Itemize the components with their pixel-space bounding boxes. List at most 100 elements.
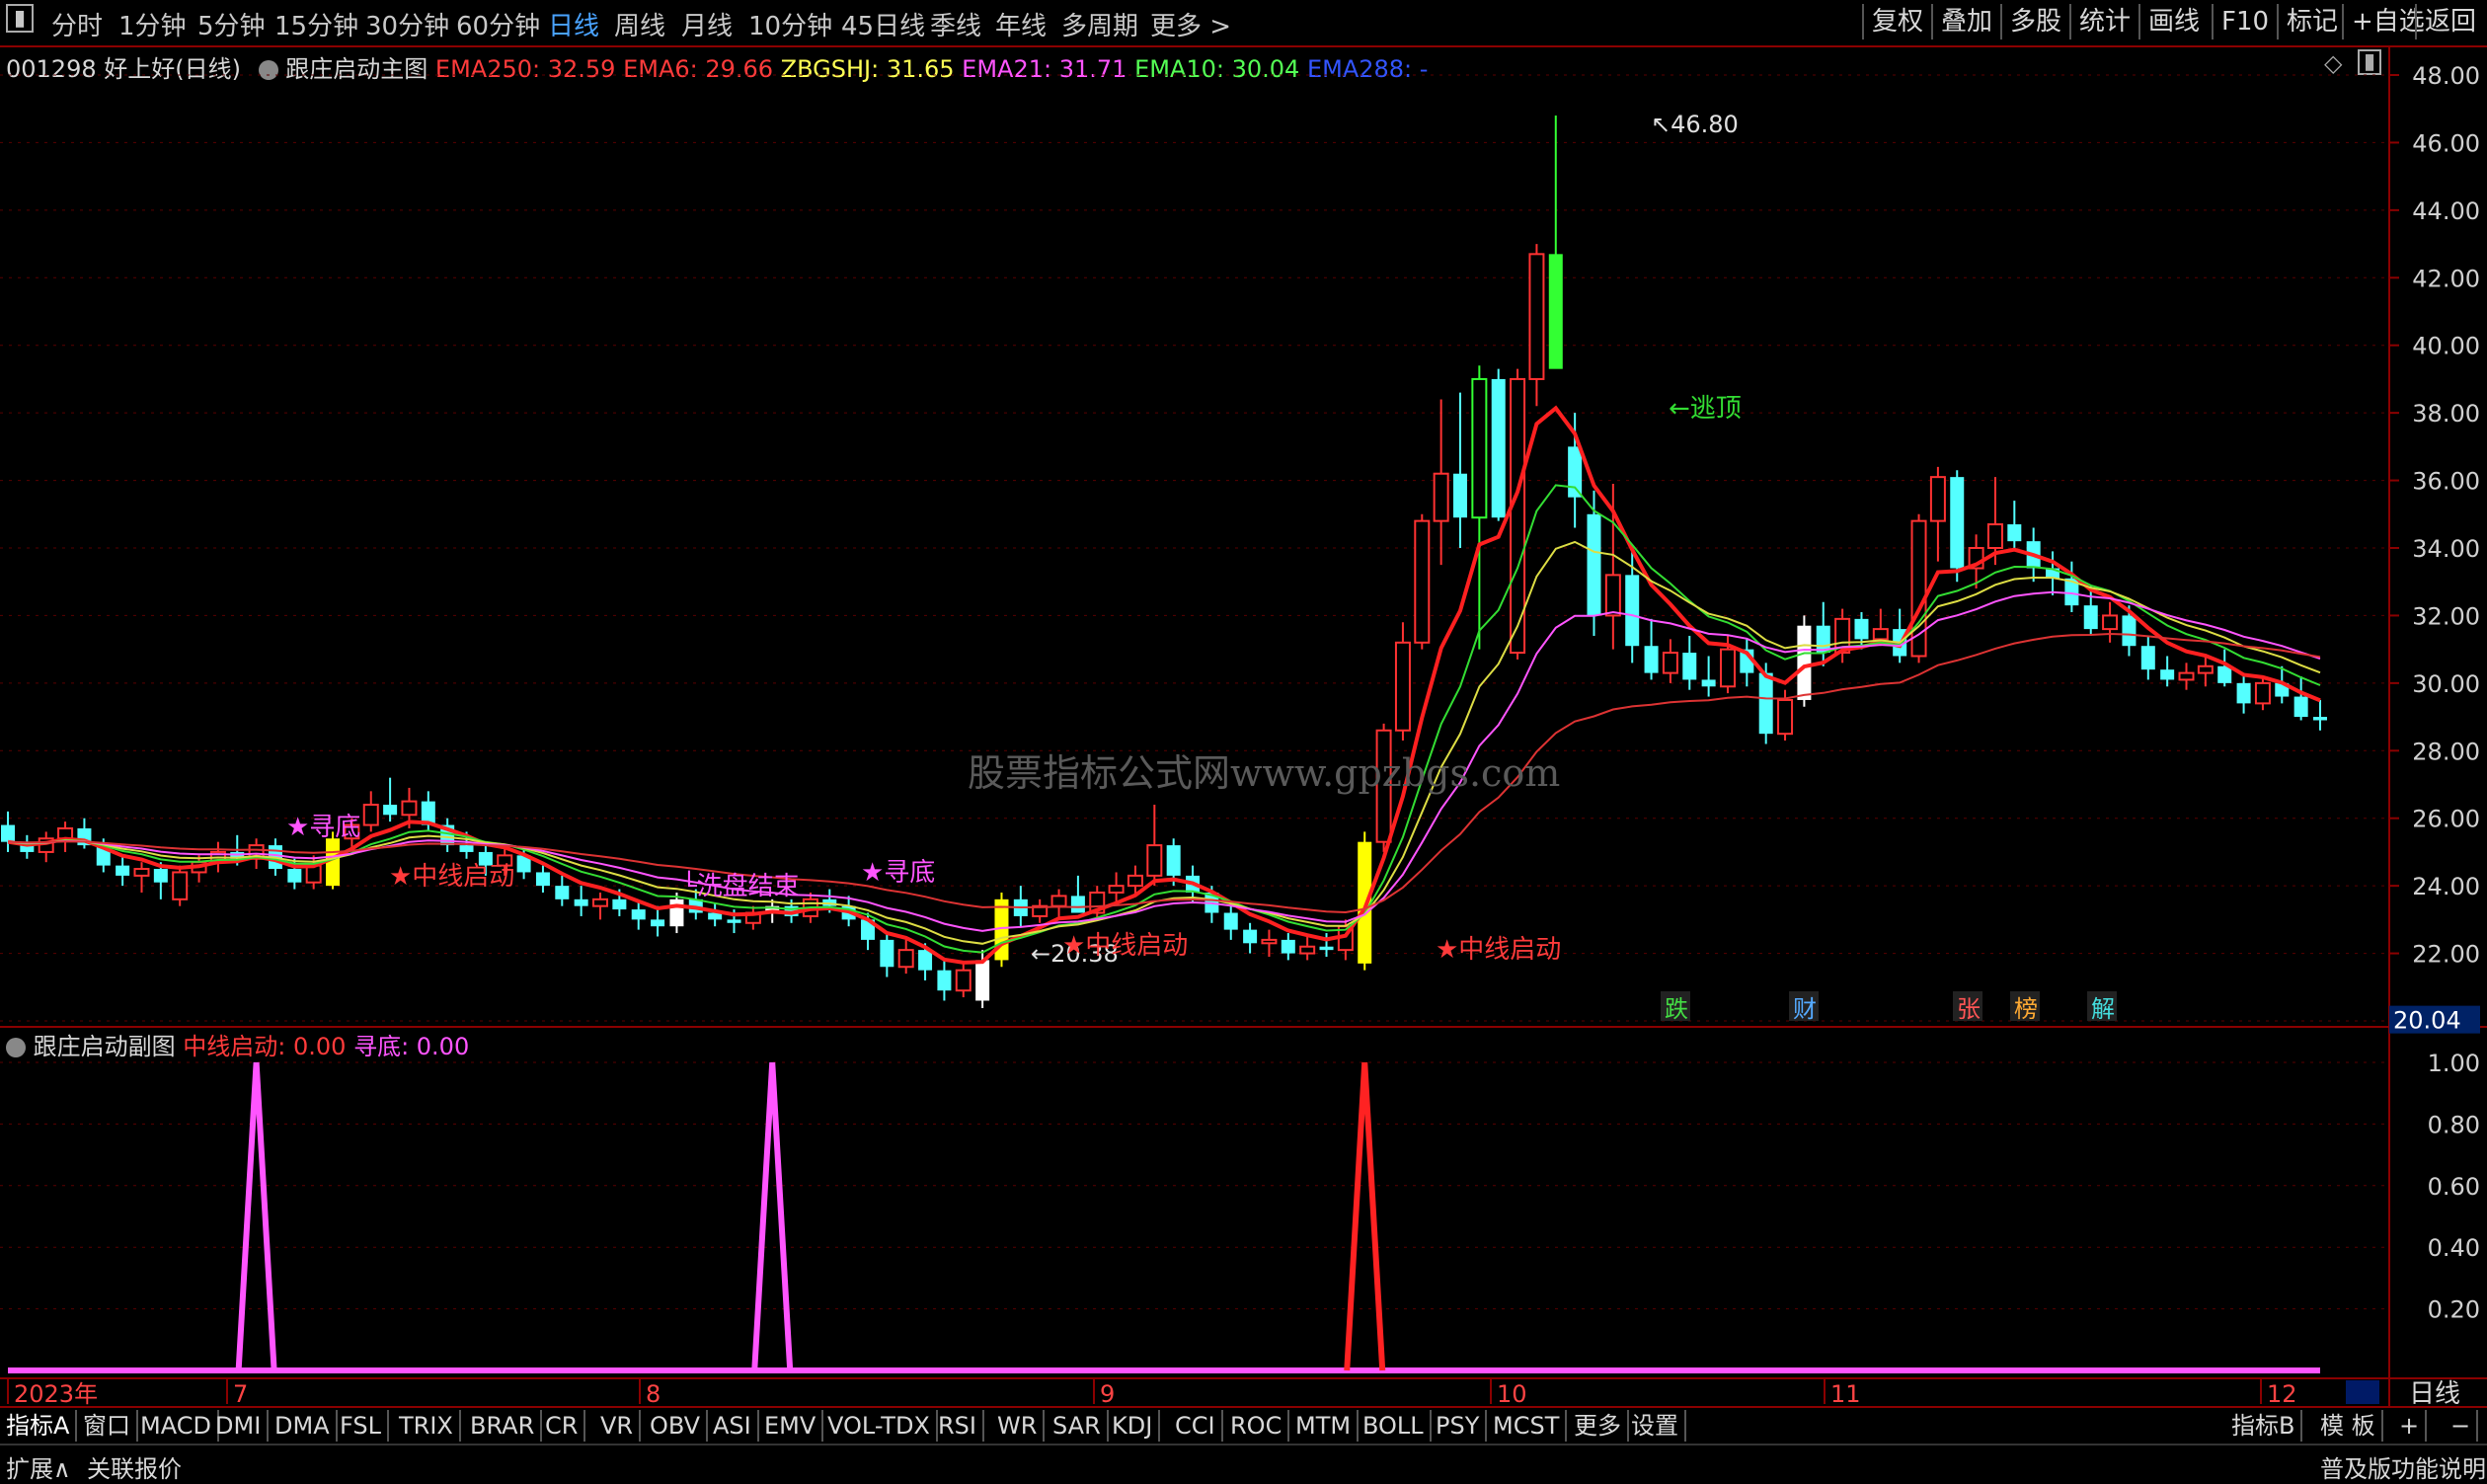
- time-axis-label: 7: [233, 1380, 248, 1406]
- toolbar-button-1[interactable]: 叠加: [1931, 4, 2000, 39]
- period-tab-5[interactable]: 60分钟: [456, 6, 540, 42]
- indicator-tab-25[interactable]: 设置: [1625, 1410, 1686, 1442]
- candle-body: [287, 869, 302, 883]
- period-tab-2[interactable]: 5分钟: [197, 6, 266, 42]
- period-tab-3[interactable]: 15分钟: [274, 6, 358, 42]
- sub-signal-peak: [235, 1061, 277, 1371]
- period-tab-10[interactable]: 45日线: [841, 6, 925, 42]
- indicator-tab-16[interactable]: SAR: [1047, 1410, 1109, 1442]
- event-tag: 解: [2091, 995, 2115, 1023]
- indicator-tab-22[interactable]: PSY: [1430, 1410, 1488, 1442]
- price-tick-label: 44.00: [2412, 197, 2480, 225]
- toolbar-button-5[interactable]: F10: [2212, 4, 2277, 39]
- candle-body: [727, 919, 741, 923]
- price-tick-label: 22.00: [2412, 941, 2480, 969]
- indicator-tab-10[interactable]: OBV: [644, 1410, 709, 1442]
- period-tab-4[interactable]: 30分钟: [365, 6, 449, 42]
- candle-body: [1604, 574, 1621, 617]
- scroll-indicator[interactable]: [2346, 1380, 2379, 1404]
- price-tick-label: 34.00: [2412, 535, 2480, 563]
- indicator-tab-21[interactable]: BOLL: [1357, 1410, 1432, 1442]
- toolbar-button-3[interactable]: 统计: [2069, 4, 2138, 39]
- period-tab-14[interactable]: 更多 >: [1150, 6, 1231, 42]
- sub-tick-label: 1.00: [2428, 1050, 2480, 1077]
- time-axis-label: 11: [1830, 1380, 1861, 1406]
- toolbar-button-8[interactable]: 返回: [2415, 4, 2484, 39]
- period-tab-11[interactable]: 季线: [930, 6, 981, 42]
- period-tab-6[interactable]: 日线: [548, 6, 599, 42]
- candle-body: [1050, 895, 1067, 907]
- candle-body: [1166, 845, 1181, 876]
- indicator-tab-20[interactable]: MTM: [1289, 1410, 1360, 1442]
- indicator-tab-7[interactable]: BRAR: [464, 1410, 543, 1442]
- candle-body: [1644, 646, 1659, 673]
- candle-body: [669, 898, 684, 927]
- candle-body: [459, 845, 474, 852]
- candle-body: [918, 950, 933, 971]
- candle-body: [1797, 625, 1812, 700]
- indicator-tab-11[interactable]: ASI: [707, 1410, 759, 1442]
- kline-chart[interactable]: 48.00 46.00 44.00 42.00 40.00 38.00 36.00 34.00…: [0, 45, 2487, 1406]
- price-tick-label: 48.00: [2412, 62, 2480, 90]
- indicator-tab-19[interactable]: ROC: [1224, 1410, 1290, 1442]
- sub-tick-label: 0.60: [2428, 1173, 2480, 1201]
- indicator-tab-5[interactable]: FSL: [334, 1410, 389, 1442]
- indicator-tab-1[interactable]: 窗口: [77, 1410, 138, 1442]
- candle-body: [1625, 575, 1640, 647]
- toolbar-button-6[interactable]: 标记: [2277, 4, 2346, 39]
- candle-body: [612, 898, 627, 910]
- related-quotes-button[interactable]: 关联报价: [87, 1449, 182, 1484]
- candle-body: [975, 960, 990, 1001]
- indicator-tab-0[interactable]: 指标A: [0, 1410, 78, 1442]
- expand-button[interactable]: 扩展∧: [6, 1449, 71, 1484]
- candle-body: [2293, 696, 2308, 718]
- candle-body: [1261, 938, 1278, 945]
- period-tab-1[interactable]: 1分钟: [118, 6, 187, 42]
- sub-tick-label: 0.20: [2428, 1296, 2480, 1324]
- period-tab-9[interactable]: 10分钟: [748, 6, 832, 42]
- indicator-tab-18[interactable]: CCI: [1169, 1410, 1223, 1442]
- indicator-tab-6[interactable]: TRIX: [393, 1410, 461, 1442]
- indicator-right-0[interactable]: 指标B: [2225, 1410, 2303, 1442]
- candle-body: [1568, 446, 1583, 498]
- escape-top-label: ←逃顶: [1669, 394, 1742, 424]
- candle-body: [1986, 523, 2003, 549]
- period-tab-12[interactable]: 年线: [995, 6, 1047, 42]
- edition-info-link[interactable]: 普及版功能说明: [2320, 1449, 2486, 1484]
- candle-body: [2178, 671, 2195, 681]
- indicator-right-3[interactable]: −: [2445, 1410, 2479, 1442]
- indicator-tab-2[interactable]: MACD: [134, 1410, 219, 1442]
- candle-body: [153, 869, 168, 883]
- indicator-right-1[interactable]: 模 板: [2314, 1410, 2383, 1442]
- indicator-tab-24[interactable]: 更多: [1568, 1410, 1629, 1442]
- period-tab-8[interactable]: 月线: [681, 6, 733, 42]
- indicator-tab-23[interactable]: MCST: [1487, 1410, 1568, 1442]
- price-tick-label: 46.00: [2412, 129, 2480, 157]
- event-tag: 张: [1957, 995, 1981, 1023]
- candle-body: [172, 871, 189, 900]
- layout-toggle-icon[interactable]: ▮: [6, 4, 35, 33]
- period-tab-7[interactable]: 周线: [614, 6, 665, 42]
- indicator-tab-12[interactable]: EMV: [758, 1410, 824, 1442]
- indicator-tab-9[interactable]: VR: [594, 1410, 642, 1442]
- indicator-tab-3[interactable]: DMI: [209, 1410, 270, 1442]
- candle-body: [535, 872, 550, 887]
- indicator-tab-4[interactable]: DMA: [269, 1410, 338, 1442]
- toolbar-button-0[interactable]: 复权: [1862, 4, 1931, 39]
- toolbar-button-2[interactable]: 多股: [2000, 4, 2069, 39]
- candle-body: [1108, 885, 1125, 894]
- period-tab-0[interactable]: 分时: [51, 6, 103, 42]
- price-tick-label: 32.00: [2412, 602, 2480, 630]
- candle-body: [880, 939, 894, 968]
- indicator-tab-17[interactable]: KDJ: [1106, 1410, 1161, 1442]
- toolbar-button-4[interactable]: 画线: [2138, 4, 2208, 39]
- indicator-right-2[interactable]: +: [2393, 1410, 2428, 1442]
- candle-body: [1872, 628, 1889, 641]
- indicator-tab-13[interactable]: VOL-TDX: [821, 1410, 938, 1442]
- indicator-tab-15[interactable]: WR: [991, 1410, 1046, 1442]
- candle-body: [2217, 665, 2232, 683]
- price-tick-label: 42.00: [2412, 265, 2480, 292]
- indicator-tab-14[interactable]: RSI: [932, 1410, 984, 1442]
- period-tab-13[interactable]: 多周期: [1061, 6, 1138, 42]
- indicator-tab-8[interactable]: CR: [539, 1410, 586, 1442]
